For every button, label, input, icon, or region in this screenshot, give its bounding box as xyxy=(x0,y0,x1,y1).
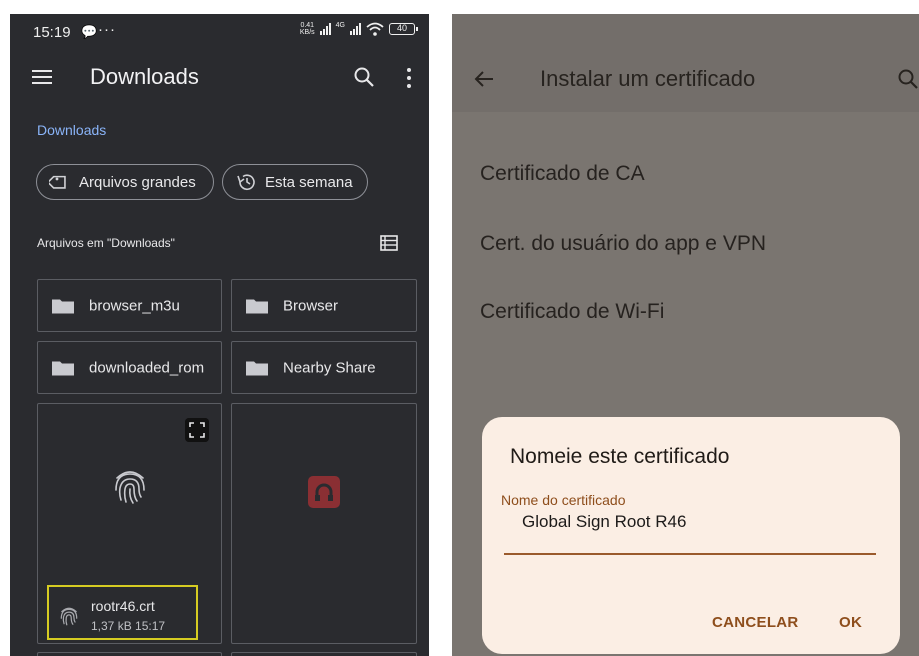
expand-icon[interactable] xyxy=(185,418,209,442)
tag-icon xyxy=(49,175,66,189)
file-info-highlight[interactable]: rootr46.crt 1,37 kB 15:17 xyxy=(47,585,198,640)
section-title: Arquivos em "Downloads" xyxy=(37,236,175,250)
folder-icon xyxy=(246,299,268,313)
folder-name: downloaded_rom xyxy=(89,359,205,376)
files-app-screen: 15:19 💬 ··· 0.41 KB/s 4G 40 Downloads Do… xyxy=(10,14,429,656)
network-speed: 0.41 KB/s xyxy=(299,22,315,36)
folder-tile[interactable]: downloaded_rom xyxy=(37,341,222,394)
install-certificate-screen: Instalar um certificado Certificado de C… xyxy=(452,14,919,656)
certificate-name-label: Nome do certificado xyxy=(501,492,626,508)
status-time: 15:19 xyxy=(33,24,71,41)
certificate-name-input[interactable] xyxy=(504,511,876,555)
signal-icon xyxy=(319,23,331,35)
page-title: Instalar um certificado xyxy=(540,66,756,91)
app-icon xyxy=(308,476,340,508)
search-icon[interactable] xyxy=(897,68,919,90)
chip-large-files[interactable]: Arquivos grandes xyxy=(36,164,214,200)
folder-icon xyxy=(246,361,268,375)
wifi-icon xyxy=(366,22,384,36)
file-tile-app[interactable] xyxy=(231,403,417,644)
app-bar: Downloads xyxy=(10,54,429,102)
fingerprint-icon xyxy=(115,471,145,504)
option-user-vpn-certificate[interactable]: Cert. do usuário do app e VPN xyxy=(480,232,766,256)
cancel-button[interactable]: CANCELAR xyxy=(712,614,799,631)
list-view-icon[interactable] xyxy=(380,235,398,251)
folder-name: Browser xyxy=(283,297,339,314)
file-tile-certificate[interactable]: rootr46.crt 1,37 kB 15:17 xyxy=(37,403,222,644)
folder-name: browser_m3u xyxy=(89,297,180,314)
option-ca-certificate[interactable]: Certificado de CA xyxy=(480,162,645,186)
folder-icon xyxy=(52,361,74,375)
page-title: Downloads xyxy=(90,64,199,89)
name-certificate-dialog: Nomeie este certificado Nome do certific… xyxy=(482,417,900,654)
file-tile[interactable] xyxy=(231,652,417,656)
menu-icon[interactable] xyxy=(32,70,52,84)
search-icon[interactable] xyxy=(353,66,375,88)
file-name: rootr46.crt xyxy=(91,598,155,614)
fingerprint-icon xyxy=(60,607,78,626)
ok-button[interactable]: OK xyxy=(839,614,862,631)
more-notifications-icon: ··· xyxy=(98,21,116,38)
chat-notification-icon: 💬 xyxy=(81,24,98,39)
option-wifi-certificate[interactable]: Certificado de Wi-Fi xyxy=(480,300,664,324)
status-icons: 0.41 KB/s 4G 40 xyxy=(299,22,418,36)
file-meta: 1,37 kB 15:17 xyxy=(91,619,166,633)
dialog-title: Nomeie este certificado xyxy=(510,445,730,468)
history-icon xyxy=(237,174,255,190)
chip-this-week[interactable]: Esta semana xyxy=(222,164,368,200)
battery-icon: 40 xyxy=(389,23,418,35)
chip-label: Arquivos grandes xyxy=(79,173,196,191)
folder-tile[interactable]: browser_m3u xyxy=(37,279,222,332)
folder-tile[interactable]: Nearby Share xyxy=(231,341,417,394)
network-type: 4G xyxy=(335,22,345,29)
back-arrow-icon[interactable] xyxy=(474,70,494,88)
chip-label: Esta semana xyxy=(265,173,353,191)
signal-icon-2 xyxy=(350,23,361,35)
breadcrumb[interactable]: Downloads xyxy=(37,122,106,138)
status-bar: 15:19 💬 ··· 0.41 KB/s 4G 40 xyxy=(10,14,429,50)
folder-tile[interactable]: Browser xyxy=(231,279,417,332)
more-options-icon[interactable] xyxy=(407,68,411,88)
file-tile[interactable] xyxy=(37,652,222,656)
folder-name: Nearby Share xyxy=(283,359,376,376)
top-bar: Instalar um certificado xyxy=(452,14,919,112)
folder-icon xyxy=(52,299,74,313)
